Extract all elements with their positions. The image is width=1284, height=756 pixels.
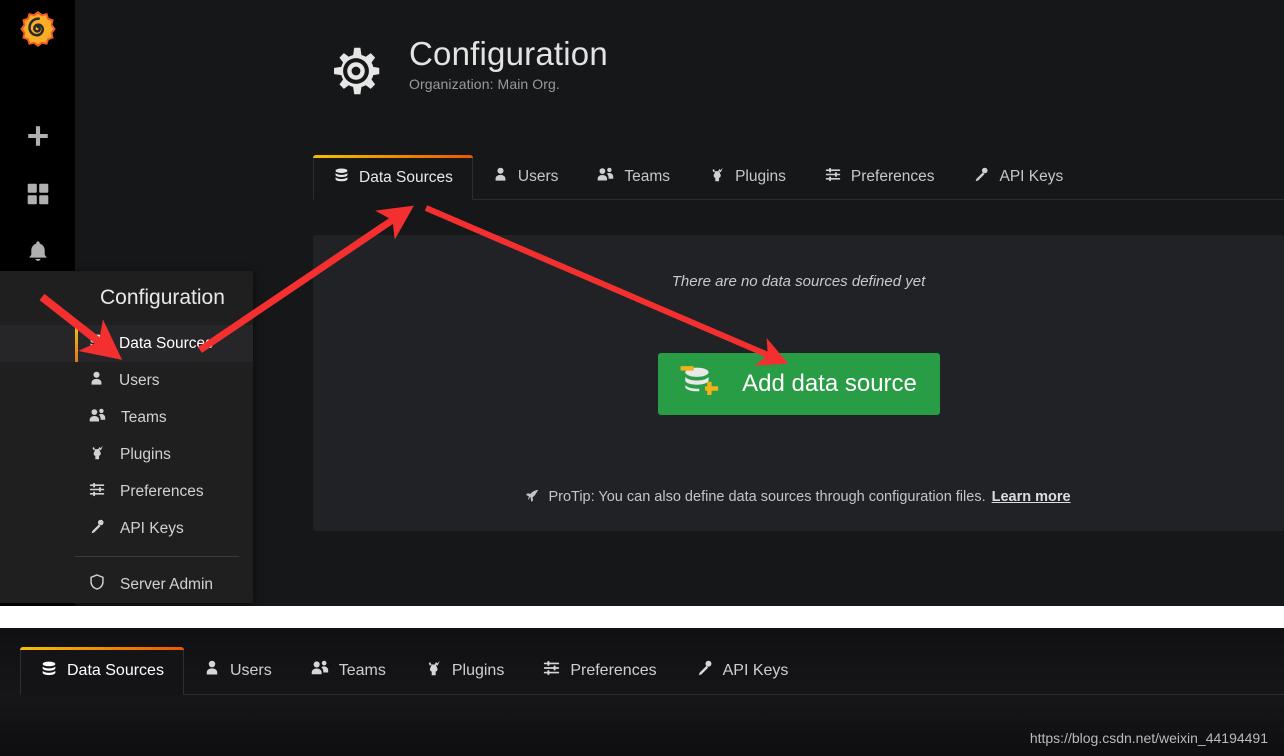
page-header: Configuration Organization: Main Org. bbox=[325, 34, 608, 102]
key-icon bbox=[972, 166, 990, 188]
tab-label: Users bbox=[229, 661, 272, 679]
tab-label: Preferences bbox=[850, 168, 935, 185]
add-data-source-label: Add data source bbox=[742, 370, 917, 397]
tab-label: Teams bbox=[624, 168, 671, 185]
users-icon bbox=[310, 659, 330, 682]
database-icon bbox=[88, 333, 105, 355]
database-icon bbox=[333, 167, 350, 189]
flyout-item-label: API Keys bbox=[120, 519, 184, 537]
configuration-flyout-menu: Configuration Data Sources Users Teams P… bbox=[0, 271, 253, 603]
tab-label: Teams bbox=[338, 661, 386, 679]
dashboards-button[interactable] bbox=[0, 166, 75, 222]
flyout-item-data-sources[interactable]: Data Sources bbox=[0, 325, 253, 362]
users-icon bbox=[596, 166, 615, 188]
plugin-icon bbox=[88, 444, 106, 466]
users-icon bbox=[88, 407, 107, 429]
flyout-title: Configuration bbox=[100, 286, 225, 309]
add-data-source-button[interactable]: Add data source bbox=[657, 353, 940, 415]
data-sources-card: There are no data sources defined yet Ad… bbox=[313, 235, 1284, 531]
tab-users[interactable]: Users bbox=[473, 155, 577, 199]
protip-text: ProTip: You can also define data sources… bbox=[548, 489, 986, 505]
flyout-item-label: Server Admin bbox=[120, 575, 214, 593]
flyout-item-label: Data Sources bbox=[119, 334, 213, 352]
grafana-logo-icon[interactable] bbox=[14, 6, 62, 54]
gear-icon bbox=[325, 40, 387, 102]
flyout-item-server-admin[interactable]: Server Admin bbox=[0, 566, 253, 603]
protip-learn-more-link[interactable]: Learn more bbox=[992, 489, 1071, 505]
flyout-item-label: Teams bbox=[121, 408, 167, 426]
tab-preferences[interactable]: Preferences bbox=[523, 647, 675, 694]
tab-plugins[interactable]: Plugins bbox=[405, 647, 523, 694]
tab-teams[interactable]: Teams bbox=[291, 647, 405, 694]
grafana-configuration-screenshot: Configuration Organization: Main Org. Da… bbox=[0, 0, 1284, 606]
tab-label: API Keys bbox=[999, 168, 1064, 185]
tab-label: Data Sources bbox=[67, 662, 164, 679]
sliders-icon bbox=[88, 481, 106, 503]
screenshot-root: Configuration Organization: Main Org. Da… bbox=[0, 0, 1284, 756]
user-icon bbox=[88, 370, 105, 392]
tab-data-sources[interactable]: Data Sources bbox=[313, 155, 473, 200]
tab-label: Users bbox=[517, 168, 559, 185]
sliders-icon bbox=[542, 659, 561, 682]
protip: ProTip: You can also define data sources… bbox=[313, 489, 1284, 505]
flyout-item-users[interactable]: Users bbox=[0, 362, 253, 399]
tab-label: API Keys bbox=[722, 661, 789, 679]
page-subtitle: Organization: Main Org. bbox=[409, 76, 560, 92]
config-tabbar-closeup: Data Sources Users Teams Plugins Prefere… bbox=[20, 647, 1284, 695]
config-tabbar: Data Sources Users Teams Plugins Prefere… bbox=[313, 155, 1284, 200]
tab-plugins[interactable]: Plugins bbox=[689, 155, 805, 199]
shield-icon bbox=[88, 573, 106, 596]
dashboards-icon bbox=[25, 181, 51, 207]
flyout-divider bbox=[75, 556, 239, 557]
flyout-item-label: Users bbox=[119, 371, 160, 389]
flyout-item-preferences[interactable]: Preferences bbox=[0, 473, 253, 510]
database-icon bbox=[40, 660, 58, 683]
tab-label: Plugins bbox=[451, 661, 505, 679]
bell-icon bbox=[25, 239, 51, 265]
tab-teams[interactable]: Teams bbox=[577, 155, 689, 199]
rocket-icon bbox=[526, 489, 543, 505]
plus-icon bbox=[25, 123, 51, 149]
tab-users[interactable]: Users bbox=[184, 647, 291, 694]
tab-api-keys[interactable]: API Keys bbox=[953, 155, 1082, 199]
key-icon bbox=[88, 518, 106, 540]
tab-label: Plugins bbox=[735, 168, 786, 185]
tab-api-keys[interactable]: API Keys bbox=[676, 647, 808, 694]
sliders-icon bbox=[824, 166, 842, 188]
tabbar-closeup-screenshot: Data Sources Users Teams Plugins Prefere… bbox=[0, 628, 1284, 756]
create-button[interactable] bbox=[0, 108, 75, 164]
database-plus-icon bbox=[680, 363, 720, 406]
tab-preferences[interactable]: Preferences bbox=[805, 155, 954, 199]
tab-data-sources[interactable]: Data Sources bbox=[20, 647, 184, 695]
screenshot-gap bbox=[0, 606, 1284, 628]
page-title: Configuration bbox=[409, 35, 608, 72]
tab-label: Data Sources bbox=[359, 168, 453, 186]
user-icon bbox=[492, 166, 509, 188]
empty-state-message: There are no data sources defined yet bbox=[671, 273, 926, 290]
tab-label: Preferences bbox=[570, 661, 657, 679]
flyout-item-label: Plugins bbox=[120, 445, 171, 463]
watermark: https://blog.csdn.net/weixin_44194491 bbox=[1029, 730, 1268, 746]
flyout-item-label: Preferences bbox=[120, 482, 204, 500]
flyout-item-plugins[interactable]: Plugins bbox=[0, 436, 253, 473]
user-icon bbox=[203, 659, 221, 682]
flyout-item-api-keys[interactable]: API Keys bbox=[0, 510, 253, 547]
flyout-item-teams[interactable]: Teams bbox=[0, 399, 253, 436]
key-icon bbox=[695, 659, 714, 682]
plugin-icon bbox=[708, 166, 726, 188]
plugin-icon bbox=[424, 659, 443, 682]
